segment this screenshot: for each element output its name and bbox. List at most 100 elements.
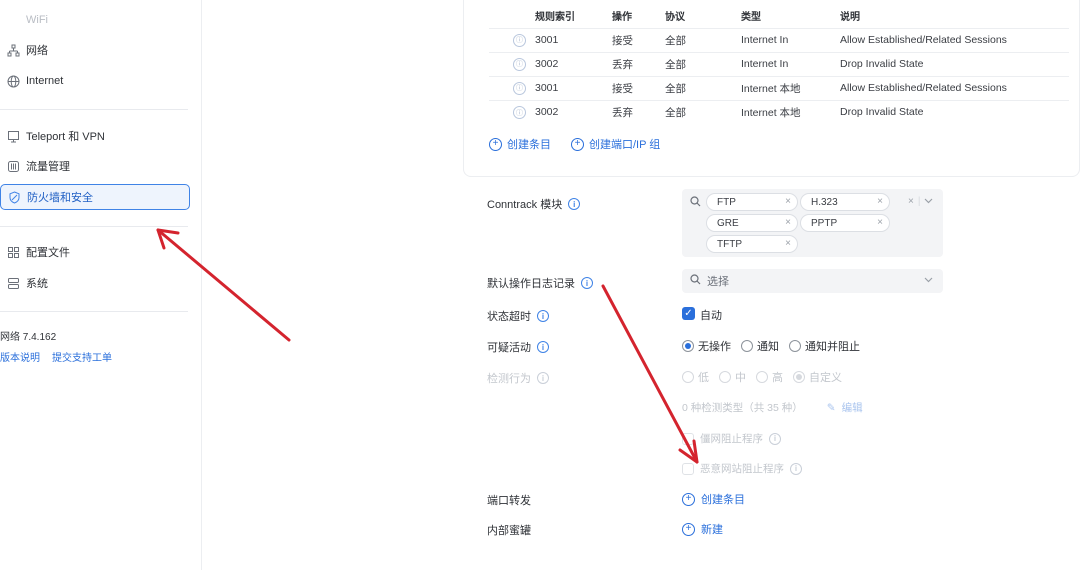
rules-table: 规则索引 操作 协议 类型 说明 ⓘ 3001 接受 全部 Internet I… bbox=[489, 4, 1069, 124]
radio-label: 无操作 bbox=[698, 341, 731, 353]
info-icon[interactable]: i bbox=[568, 198, 581, 210]
info-icon[interactable]: i bbox=[581, 277, 593, 289]
col-header: 规则索引 bbox=[535, 12, 575, 24]
search-icon bbox=[690, 196, 701, 210]
table-row[interactable]: ⓘ 3001 接受 全部 Internet In Allow Establish… bbox=[489, 27, 1069, 52]
clear-all-icon[interactable]: × bbox=[908, 196, 914, 207]
cell-action: 丢弃 bbox=[612, 99, 665, 124]
detection-label: 检测行为 i bbox=[487, 370, 549, 386]
tag-label: GRE bbox=[717, 217, 739, 229]
search-icon bbox=[690, 274, 701, 288]
table-row[interactable]: ⓘ 3002 丢弃 全部 Internet 本地 Drop Invalid St… bbox=[489, 99, 1069, 124]
radio-notify-block[interactable]: 通知并阻止 bbox=[789, 338, 860, 354]
info-icon[interactable]: i bbox=[537, 310, 549, 322]
tag-label: TFTP bbox=[717, 238, 742, 250]
radio-notify[interactable]: 通知 bbox=[741, 338, 779, 354]
remove-tag-icon[interactable]: × bbox=[877, 217, 883, 228]
cell-index: 3002 bbox=[535, 99, 612, 124]
chevron-down-icon[interactable] bbox=[924, 196, 933, 207]
cell-protocol: 全部 bbox=[665, 75, 741, 100]
sidebar-item-label: 防火墙和安全 bbox=[27, 192, 93, 204]
cell-protocol: 全部 bbox=[665, 51, 741, 76]
blocker1-checkbox bbox=[682, 432, 694, 445]
remove-tag-icon[interactable]: × bbox=[785, 217, 791, 228]
cell-desc: Drop Invalid State bbox=[840, 51, 1069, 76]
tag-label: H.323 bbox=[811, 196, 838, 208]
conntrack-multiselect[interactable]: FTP × H.323 × GRE × PPTP × TFTP × bbox=[682, 189, 943, 257]
sidebar-divider bbox=[0, 311, 188, 312]
detection-label-text: 检测行为 bbox=[487, 373, 531, 385]
version-label: 网络 7.4.162 bbox=[0, 332, 57, 343]
detection-types-line: 0 种检测类型（共 35 种） ✎ 编辑 bbox=[682, 400, 863, 415]
radio-label: 中 bbox=[735, 372, 746, 384]
blocker2-checkbox bbox=[682, 462, 694, 475]
detection-radio-group: 低 中 高 自定义 bbox=[682, 369, 842, 385]
cell-action: 丢弃 bbox=[612, 51, 665, 76]
edit-pencil-icon: ✎ bbox=[826, 401, 836, 414]
separator: | bbox=[917, 196, 921, 207]
radio-no-action[interactable]: 无操作 bbox=[682, 338, 731, 354]
cell-desc: Allow Established/Related Sessions bbox=[840, 27, 1069, 52]
radio-label: 高 bbox=[772, 372, 783, 384]
traffic-icon bbox=[6, 159, 20, 173]
auto-checkbox[interactable]: ✓ bbox=[682, 307, 695, 320]
create-entry-button[interactable]: + 创建条目 bbox=[489, 136, 551, 152]
radio-label: 自定义 bbox=[809, 372, 842, 384]
plus-circle-icon: + bbox=[489, 137, 502, 151]
create-port-group-button[interactable]: + 创建端口/IP 组 bbox=[571, 136, 660, 152]
default-log-label: 默认操作日志记录 i bbox=[487, 275, 593, 291]
blocker2-label: 恶意网站阻止程序 bbox=[700, 463, 784, 475]
sidebar-item-traffic[interactable]: 流量管理 bbox=[0, 153, 190, 179]
sidebar-item-profiles[interactable]: 配置文件 bbox=[0, 239, 190, 265]
row-info-icon: ⓘ bbox=[513, 81, 526, 95]
sidebar-item-teleport-vpn[interactable]: Teleport 和 VPN bbox=[0, 123, 190, 149]
remove-tag-icon[interactable]: × bbox=[785, 196, 791, 207]
sidebar-item-wifi[interactable]: WiFi bbox=[0, 7, 190, 33]
remove-tag-icon[interactable]: × bbox=[785, 238, 791, 249]
remove-tag-icon[interactable]: × bbox=[877, 196, 883, 207]
sidebar-item-label: 流量管理 bbox=[26, 161, 70, 173]
col-header: 类型 bbox=[741, 12, 761, 24]
sidebar-item-internet[interactable]: Internet bbox=[0, 68, 190, 94]
release-notes-link[interactable]: 版本说明 bbox=[0, 349, 40, 364]
conntrack-tag[interactable]: TFTP × bbox=[706, 235, 798, 253]
sidebar-item-firewall[interactable]: 防火墙和安全 bbox=[0, 184, 190, 210]
sidebar-item-label: 配置文件 bbox=[26, 247, 70, 259]
detection-types-text: 0 种检测类型（共 35 种） bbox=[682, 402, 803, 414]
plus-circle-icon: + bbox=[682, 522, 695, 536]
port-forward-create-button[interactable]: + 创建条目 bbox=[682, 491, 745, 507]
support-ticket-link[interactable]: 提交支持工单 bbox=[52, 349, 112, 364]
sidebar-item-label: Internet bbox=[26, 75, 64, 87]
profiles-icon bbox=[6, 245, 20, 259]
cell-action: 接受 bbox=[612, 27, 665, 52]
table-row[interactable]: ⓘ 3002 丢弃 全部 Internet In Drop Invalid St… bbox=[489, 51, 1069, 76]
sidebar-item-system[interactable]: 系统 bbox=[0, 270, 190, 296]
info-icon[interactable]: i bbox=[537, 341, 549, 353]
default-log-select[interactable]: 选择 bbox=[682, 269, 943, 293]
conntrack-tag[interactable]: PPTP × bbox=[800, 214, 890, 232]
wifi-icon bbox=[6, 13, 20, 27]
tag-label: PPTP bbox=[811, 217, 838, 229]
sidebar-item-network[interactable]: 网络 bbox=[0, 37, 190, 63]
conntrack-tag[interactable]: FTP × bbox=[706, 193, 798, 211]
default-log-label-text: 默认操作日志记录 bbox=[487, 278, 575, 290]
globe-icon bbox=[6, 74, 20, 88]
sidebar-item-label: 系统 bbox=[26, 278, 48, 290]
suspicious-label: 可疑活动 i bbox=[487, 339, 549, 355]
conntrack-label-text: Conntrack 模块 bbox=[487, 199, 563, 211]
sidebar-links: 版本说明 提交支持工单 bbox=[0, 349, 112, 364]
honeypot-new-button[interactable]: + 新建 bbox=[682, 521, 723, 537]
create-port-group-label: 创建端口/IP 组 bbox=[589, 139, 661, 151]
radio-low: 低 bbox=[682, 369, 709, 385]
conntrack-tag[interactable]: H.323 × bbox=[800, 193, 890, 211]
cell-index: 3001 bbox=[535, 75, 612, 100]
table-row[interactable]: ⓘ 3001 接受 全部 Internet 本地 Allow Establish… bbox=[489, 75, 1069, 100]
info-icon: i bbox=[769, 432, 781, 445]
vpn-icon bbox=[6, 129, 20, 143]
info-icon: i bbox=[790, 462, 802, 475]
chevron-down-icon bbox=[924, 275, 933, 285]
col-header: 操作 bbox=[612, 12, 632, 24]
suspicious-radio-group: 无操作 通知 通知并阻止 bbox=[682, 338, 860, 354]
conntrack-tag[interactable]: GRE × bbox=[706, 214, 798, 232]
honeypot-new-label: 新建 bbox=[701, 524, 723, 536]
